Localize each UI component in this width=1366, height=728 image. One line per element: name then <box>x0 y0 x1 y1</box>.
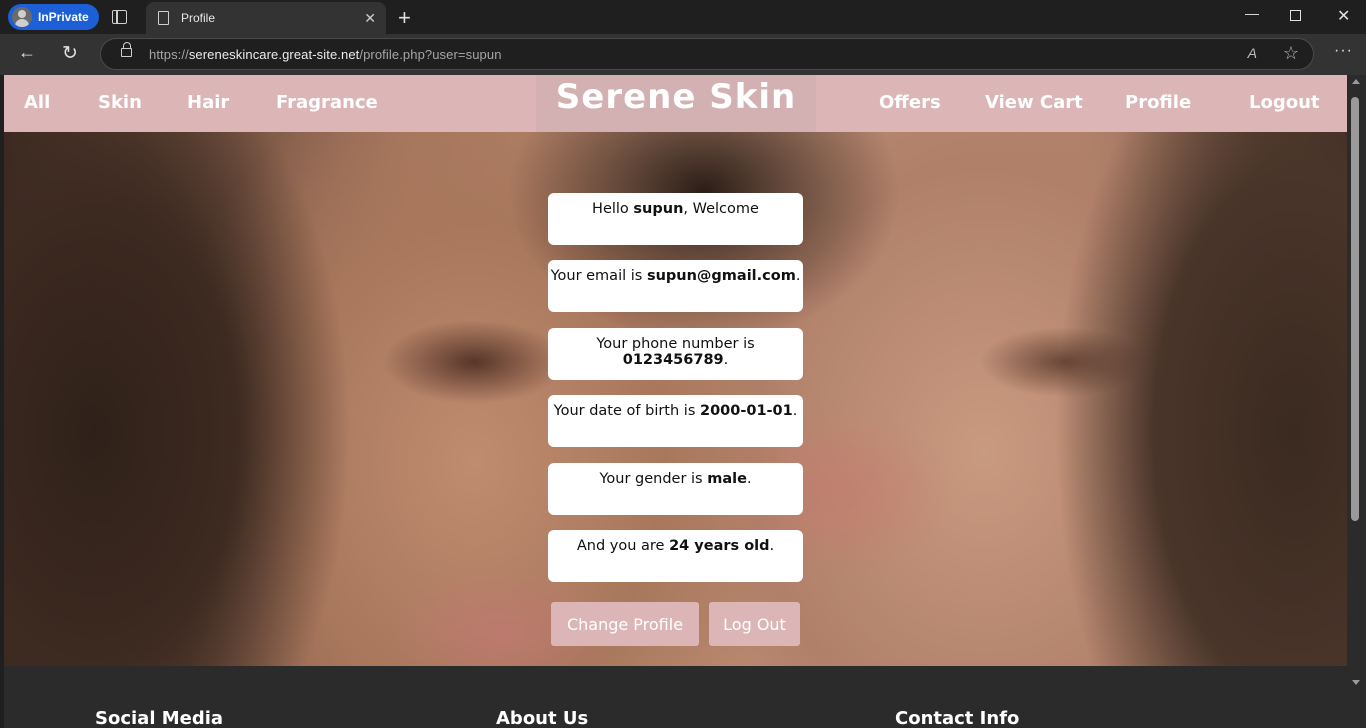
tab-title: Profile <box>181 11 216 25</box>
phone-card: Your phone number is 0123456789. <box>548 328 803 380</box>
site-logo: Serene Skin <box>555 77 797 117</box>
gender-value: male <box>707 471 747 487</box>
username-value: supun <box>633 201 684 217</box>
tab-profile[interactable]: Profile ✕ <box>146 2 386 34</box>
nav-link-view-cart[interactable]: View Cart <box>985 92 1083 113</box>
site-footer: Social Media About Us Contact Info <box>4 666 1347 728</box>
lock-icon[interactable] <box>121 42 132 57</box>
email-card: Your email is supun@gmail.com. <box>548 260 803 312</box>
tab-actions-icon[interactable] <box>112 10 127 24</box>
new-tab-icon[interactable]: + <box>398 5 411 31</box>
nav-link-all[interactable]: All <box>24 92 50 113</box>
dob-value: 2000-01-01 <box>699 403 793 419</box>
greeting-card: Hello supun, Welcome <box>548 193 803 245</box>
nav-link-skin[interactable]: Skin <box>98 92 142 113</box>
email-value: supun@gmail.com <box>646 268 796 284</box>
browser-toolbar: ← ↻ https://sereneskincare.great-site.ne… <box>0 34 1366 75</box>
address-bar[interactable]: https://sereneskincare.great-site.net/pr… <box>100 38 1314 70</box>
minimize-icon[interactable]: — <box>1245 5 1259 21</box>
age-value: 24 years old <box>669 538 770 554</box>
reload-icon[interactable]: ↻ <box>62 42 78 65</box>
nav-link-logout[interactable]: Logout <box>1249 92 1320 113</box>
restore-icon[interactable] <box>1290 10 1301 21</box>
hero-background-image: Hello supun, Welcome Your email is supun… <box>4 132 1347 666</box>
browser-tab-bar: InPrivate Profile ✕ + — ✕ <box>0 0 1366 34</box>
gender-card: Your gender is male. <box>548 463 803 515</box>
footer-heading-social: Social Media <box>95 708 224 728</box>
log-out-button[interactable]: Log Out <box>709 602 800 646</box>
scroll-down-arrow-icon[interactable] <box>1352 680 1360 685</box>
footer-heading-contact: Contact Info <box>895 708 1020 728</box>
read-aloud-icon[interactable]: A <box>1248 45 1257 61</box>
change-profile-button[interactable]: Change Profile <box>551 602 699 646</box>
page-viewport: All Skin Hair Fragrance Serene Skin Offe… <box>4 75 1347 728</box>
nav-link-fragrance[interactable]: Fragrance <box>276 92 378 113</box>
inprivate-badge[interactable]: InPrivate <box>8 4 99 30</box>
close-tab-icon[interactable]: ✕ <box>364 10 376 27</box>
scroll-thumb[interactable] <box>1351 97 1359 521</box>
nav-link-hair[interactable]: Hair <box>187 92 229 113</box>
footer-heading-about: About Us <box>496 708 589 728</box>
back-icon[interactable]: ← <box>18 42 36 63</box>
logo-box[interactable]: Serene Skin <box>536 75 816 132</box>
age-card: And you are 24 years old. <box>548 530 803 582</box>
dob-card: Your date of birth is 2000-01-01. <box>548 395 803 447</box>
window-close-icon[interactable]: ✕ <box>1337 6 1350 26</box>
page-scrollbar[interactable] <box>1347 75 1366 728</box>
site-navbar: All Skin Hair Fragrance Serene Skin Offe… <box>4 75 1347 132</box>
phone-value: 0123456789 <box>622 352 724 368</box>
nav-link-profile[interactable]: Profile <box>1125 92 1191 113</box>
profile-avatar-icon <box>12 7 32 27</box>
favorite-star-icon[interactable]: ☆ <box>1283 43 1299 64</box>
url-text[interactable]: https://sereneskincare.great-site.net/pr… <box>149 47 502 62</box>
inprivate-label: InPrivate <box>38 10 89 24</box>
page-icon <box>158 11 169 25</box>
nav-link-offers[interactable]: Offers <box>879 92 941 113</box>
scroll-up-arrow-icon[interactable] <box>1352 79 1360 84</box>
more-options-icon[interactable]: ··· <box>1334 42 1353 60</box>
